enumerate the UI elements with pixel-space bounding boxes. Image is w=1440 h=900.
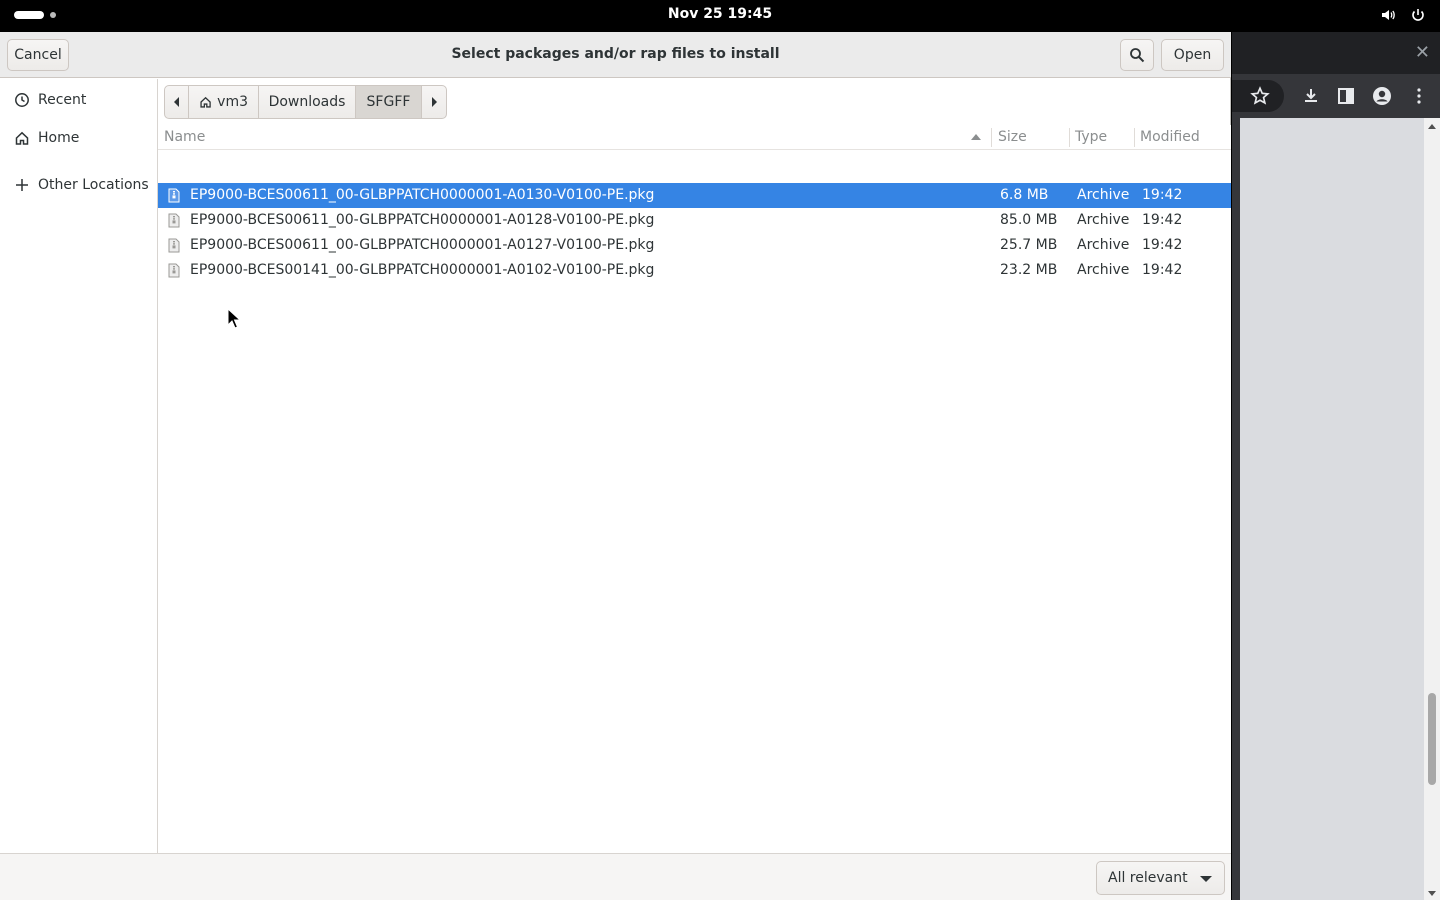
browser-tabstrip: ✕ <box>1232 32 1440 74</box>
top-bar: Nov 25 19:45 <box>0 0 1440 32</box>
column-separator[interactable] <box>991 128 992 147</box>
path-segment-downloads[interactable]: Downloads <box>259 86 356 118</box>
path-segment-label: SFGFF <box>366 94 411 110</box>
file-filter-dropdown[interactable]: All relevant <box>1096 861 1225 895</box>
file-modified: 19:42 <box>1142 212 1183 228</box>
side-panel-icon[interactable] <box>1336 86 1356 106</box>
file-size: 25.7 MB <box>1000 237 1058 253</box>
column-header: Name Size Type Modified <box>158 125 1231 150</box>
dialog-headerbar: Cancel Select packages and/or rap files … <box>0 32 1231 78</box>
profile-icon[interactable] <box>1372 86 1392 106</box>
file-size: 85.0 MB <box>1000 212 1058 228</box>
browser-scrollbar[interactable] <box>1424 118 1440 900</box>
file-name: EP9000-BCES00611_00-GLBPPATCH0000001-A01… <box>190 187 655 203</box>
cancel-button[interactable]: Cancel <box>7 39 69 71</box>
scroll-thumb[interactable] <box>1428 693 1436 785</box>
open-button[interactable]: Open <box>1161 39 1224 71</box>
dialog-footer: All relevant <box>0 853 1231 900</box>
column-type-header[interactable]: Type <box>1075 129 1107 145</box>
search-icon <box>1130 48 1145 63</box>
file-row[interactable]: EP9000-BCES00141_00-GLBPPATCH0000001-A01… <box>158 258 1231 283</box>
column-name-header[interactable]: Name <box>164 129 205 145</box>
path-forward-button[interactable] <box>422 86 446 118</box>
chevron-right-icon <box>432 97 437 107</box>
path-bar: vm3 Downloads SFGFF <box>164 85 447 119</box>
archive-file-icon <box>168 263 180 278</box>
file-row[interactable]: EP9000-BCES00611_00-GLBPPATCH0000001-A01… <box>158 233 1231 258</box>
file-row[interactable]: EP9000-BCES00611_00-GLBPPATCH0000001-A01… <box>158 208 1231 233</box>
chevron-left-icon <box>173 97 179 107</box>
scroll-down-icon[interactable] <box>1428 891 1436 896</box>
file-type: Archive <box>1077 262 1130 278</box>
file-name: EP9000-BCES00611_00-GLBPPATCH0000001-A01… <box>190 212 655 228</box>
dialog-title: Select packages and/or rap files to inst… <box>451 46 780 62</box>
path-segment-label: Downloads <box>268 94 346 110</box>
archive-file-icon <box>168 213 180 228</box>
sort-ascending-icon <box>971 134 981 140</box>
column-modified-header[interactable]: Modified <box>1140 129 1200 145</box>
path-segment-label: vm3 <box>217 94 248 110</box>
file-modified: 19:42 <box>1142 262 1183 278</box>
file-type: Archive <box>1077 237 1130 253</box>
browser-content <box>1240 118 1440 900</box>
file-filter-value: All relevant <box>1108 870 1188 886</box>
sidebar-item-other-locations[interactable]: Other Locations <box>0 167 157 203</box>
system-tray[interactable] <box>1380 7 1426 23</box>
clock-icon <box>15 93 29 107</box>
sidebar-item-label: Other Locations <box>38 177 149 193</box>
power-icon[interactable] <box>1410 7 1426 23</box>
file-modified: 19:42 <box>1142 237 1183 253</box>
sidebar-item-label: Home <box>38 130 80 146</box>
omnibox[interactable] <box>1232 80 1284 112</box>
sidebar-item-label: Recent <box>38 92 87 108</box>
file-type: Archive <box>1077 212 1130 228</box>
sidebar-item-recent[interactable]: Recent <box>0 82 157 118</box>
file-row[interactable]: EP9000-BCES00611_00-GLBPPATCH0000001-A01… <box>158 183 1231 208</box>
search-button[interactable] <box>1120 39 1154 71</box>
plus-icon <box>16 179 28 191</box>
download-icon[interactable] <box>1301 86 1321 106</box>
file-name: EP9000-BCES00611_00-GLBPPATCH0000001-A01… <box>190 237 655 253</box>
path-segment-current[interactable]: SFGFF <box>356 86 422 118</box>
path-segment-home[interactable]: vm3 <box>189 86 259 118</box>
bookmark-star-icon[interactable] <box>1250 86 1270 106</box>
file-size: 6.8 MB <box>1000 187 1049 203</box>
archive-file-icon <box>168 238 180 253</box>
mouse-pointer-icon <box>227 308 241 329</box>
home-icon <box>200 96 211 108</box>
menu-dots-icon[interactable] <box>1409 86 1429 106</box>
places-sidebar: Recent Home Other Locations <box>0 79 158 853</box>
column-separator[interactable] <box>1134 128 1135 147</box>
archive-file-icon <box>168 188 180 203</box>
path-back-button[interactable] <box>165 86 189 118</box>
column-size-header[interactable]: Size <box>998 129 1027 145</box>
file-chooser-dialog: Cancel Select packages and/or rap files … <box>0 32 1231 900</box>
file-modified: 19:42 <box>1142 187 1183 203</box>
dropdown-caret-icon <box>1200 876 1212 882</box>
file-name: EP9000-BCES00141_00-GLBPPATCH0000001-A01… <box>190 262 655 278</box>
volume-icon[interactable] <box>1380 7 1396 23</box>
clock[interactable]: Nov 25 19:45 <box>0 6 1440 22</box>
scroll-up-icon[interactable] <box>1428 124 1436 129</box>
file-type: Archive <box>1077 187 1130 203</box>
column-separator[interactable] <box>1069 128 1070 147</box>
home-icon <box>15 131 29 145</box>
browser-toolbar <box>1232 74 1440 118</box>
sidebar-item-home[interactable]: Home <box>0 120 157 156</box>
background-browser-window: ✕ <box>1232 32 1440 900</box>
close-icon[interactable]: ✕ <box>1415 42 1430 63</box>
file-size: 23.2 MB <box>1000 262 1058 278</box>
file-list[interactable]: Name Size Type Modified EP9000-BCES00611… <box>158 125 1231 853</box>
